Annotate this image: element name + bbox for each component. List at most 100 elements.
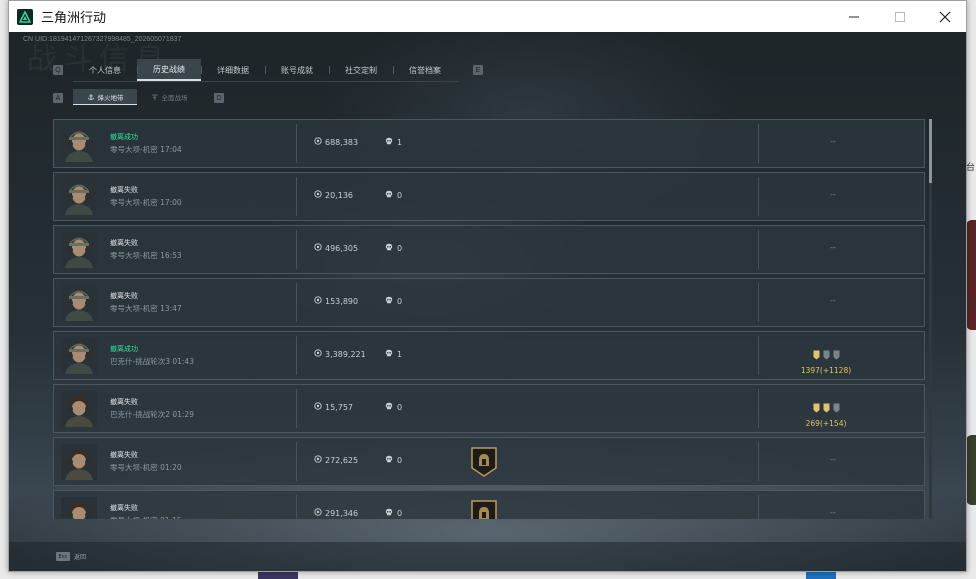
match-row[interactable]: 撤离失败 零号大坝-机密 17:00 20,136 0 -- [53,172,925,221]
rank-shields [790,398,862,417]
operator-avatar [61,444,97,480]
taskbar-fragment-2 [806,572,836,579]
map-and-time: 零号大坝-机密 17:00 [110,198,182,207]
tab-prev-key-hint[interactable]: Q [53,65,63,75]
mode-subtabs: 烽火地带 全面战场 [73,89,201,105]
match-row[interactable]: 撤离失败 巴克什-挑战轮次2 01:29 15,757 0 269(+154) [53,384,925,433]
desktop-fragment-text: 台 [966,163,976,173]
extraction-status: 撤离失败 [110,186,138,194]
operator-avatar [61,391,97,427]
match-list[interactable]: 撤离成功 零号大坝-机密 17:04 688,383 1 -- 撤离失败 零号大坝-机密 1… [53,119,933,519]
operator-avatar [61,285,97,321]
map-and-time: 零号大坝-机密 01:20 [110,463,182,472]
row-divider [296,124,297,163]
kill-count: 0 [385,296,402,306]
scrollbar-thumb[interactable] [929,119,932,183]
back-button[interactable]: Esc 返回 [56,552,86,561]
rank-shield-empty-icon [833,345,840,364]
match-row[interactable]: 撤离成功巴克什-挑战轮次3 01:43 3,389,221 1 1397(+1128) [53,331,925,380]
subtab-prev-key-hint[interactable]: A [53,93,63,103]
match-row[interactable]: 撤离失败 零号大坝-机密 01:20 272,625 0 -- [53,437,925,486]
haul-value: 15,757 [314,402,353,412]
extraction-status: 撤离失败 [110,239,138,247]
row-divider [296,283,297,322]
coin-icon [314,296,322,306]
row-divider [758,283,759,322]
map-and-time: 零号大坝-机密 01:15 [110,515,182,519]
kill-count: 0 [385,243,402,253]
map-and-time: 零号大坝-机密 16:53 [110,251,182,260]
tab-match-history[interactable]: 历史战绩 [137,59,201,81]
haul-value-text: 153,890 [325,296,359,306]
row-divider [758,336,759,375]
coin-icon [314,243,322,253]
row-divider [758,495,759,519]
rank-placeholder: -- [830,137,836,146]
tab-next-key-hint[interactable]: E [473,65,483,75]
haul-value-text: 20,136 [325,190,353,200]
tab-social[interactable]: 社交定制 [329,59,393,81]
match-row[interactable]: 撤离失败 零号大坝-机密 13:47 153,890 0 -- [53,278,925,327]
kill-count-text: 0 [397,296,403,306]
row-divider [758,389,759,428]
tab-detailed-stats[interactable]: 详细数据 [201,59,265,81]
maximize-icon [895,11,905,22]
haul-value: 272,625 [314,455,358,465]
skull-icon [385,349,393,359]
rank-points-value: 269 [805,419,820,428]
desktop-fragment-image [966,220,976,330]
coin-icon [314,190,322,200]
match-row[interactable]: 撤离失败 零号大坝-机密 16:53 496,305 0 -- [53,225,925,274]
coin-icon [314,137,322,147]
tab-achievements[interactable]: 账号成就 [265,59,329,81]
map-and-time: 零号大坝-机密 17:04 [110,145,182,154]
extraction-status: 撤离成功 [110,133,138,141]
rank-shields [790,345,862,364]
match-list-scrollbar[interactable] [929,119,932,519]
match-row[interactable]: 撤离失败零号大坝-机密 01:15 291,346 0 -- [53,490,925,519]
close-button[interactable] [922,1,966,32]
tab-reputation[interactable]: 信誉档案 [393,59,457,81]
row-divider [758,124,759,163]
skull-icon [385,190,393,200]
kill-count: 1 [385,349,402,359]
tab-divider [73,81,459,82]
rank-points: 269(+154) [790,419,862,428]
taskbar-fragment [258,572,298,579]
coin-icon [314,508,322,518]
kill-count-text: 0 [397,243,403,253]
row-divider [296,177,297,216]
esc-key-hint: Esc [56,552,70,561]
map-and-time: 巴克什-挑战轮次3 01:43 [110,357,194,366]
coin-icon [314,402,322,412]
extraction-status: 撤离成功 [110,345,138,353]
maximize-button[interactable] [877,1,923,32]
title-bar[interactable]: 三角洲行动 [9,1,966,32]
extraction-status: 撤离失败 [110,504,138,512]
row-divider [296,495,297,519]
skull-icon [385,455,393,465]
close-icon [939,11,951,22]
subtab-operations[interactable]: 烽火地带 [73,89,137,105]
haul-value: 291,346 [314,508,358,518]
kill-count-text: 0 [397,190,403,200]
footer-bar: Esc 返回 [9,542,966,571]
row-divider [296,442,297,481]
subtab-warfare[interactable]: 全面战场 [137,89,201,105]
kill-count-text: 0 [397,508,403,518]
kill-count-text: 0 [397,455,403,465]
match-row[interactable]: 撤离成功 零号大坝-机密 17:04 688,383 1 -- [53,119,925,168]
operator-avatar [61,338,97,374]
operator-avatar [61,232,97,268]
operator-avatar [61,497,97,519]
back-label: 返回 [74,554,87,561]
rank-progress: 1397(+1128) [790,345,862,375]
haul-value: 3,389,221 [314,349,366,359]
minimize-icon [849,16,859,17]
subtab-next-key-hint[interactable]: D [214,93,224,103]
map-and-time: 零号大坝-机密 13:47 [110,304,182,313]
tab-profile[interactable]: 个人信息 [73,59,137,81]
main-tabs: 个人信息 历史战绩 详细数据 账号成就 社交定制 信誉档案 [73,59,457,81]
minimize-button[interactable] [831,1,877,32]
row-divider [296,389,297,428]
